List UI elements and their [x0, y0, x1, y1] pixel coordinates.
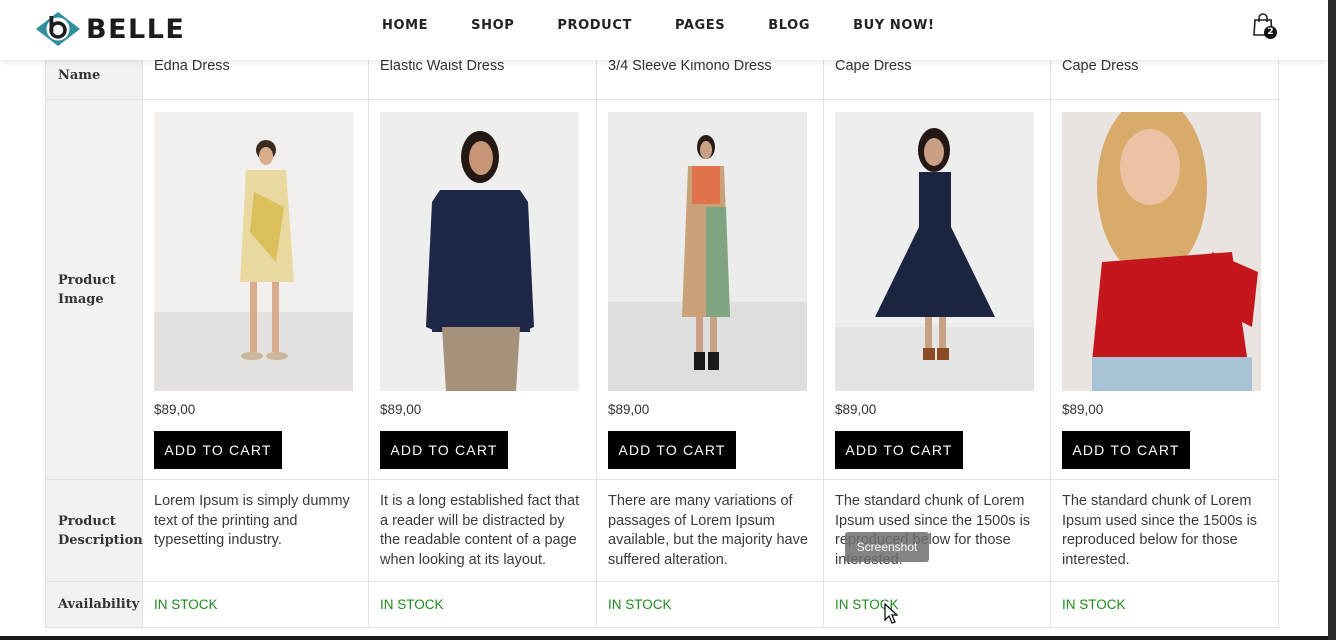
logo[interactable]: BELLE: [34, 10, 185, 48]
site-header: BELLE HOME SHOP PRODUCT PAGES BLOG BUY N…: [0, 0, 1328, 60]
product-cell: $89,00 ADD TO CART: [1050, 99, 1279, 480]
mouse-cursor-icon: [884, 603, 898, 624]
product-price: $89,00: [608, 402, 650, 417]
add-to-cart-button[interactable]: ADD TO CART: [608, 431, 736, 469]
page-viewport: BELLE HOME SHOP PRODUCT PAGES BLOG BUY N…: [0, 0, 1328, 636]
row-availability: Availability IN STOCK IN STOCK IN STOCK …: [45, 581, 1279, 628]
add-to-cart-button[interactable]: ADD TO CART: [835, 431, 963, 469]
product-price: $89,00: [154, 402, 196, 417]
label-product-description: Product Description: [45, 479, 143, 582]
product-cell: $89,00 ADD TO CART: [823, 99, 1051, 480]
add-to-cart-button[interactable]: ADD TO CART: [1062, 431, 1190, 469]
product-description: The standard chunk of Lorem Ipsum used s…: [1050, 479, 1279, 582]
product-price: $89,00: [1062, 402, 1104, 417]
nav-pages[interactable]: PAGES: [675, 18, 725, 33]
window-edge: [1328, 0, 1336, 640]
availability-status: IN STOCK: [823, 581, 1051, 628]
nav-buy-now[interactable]: BUY NOW!: [853, 18, 934, 33]
belle-logo-icon: [36, 12, 80, 46]
availability-status: IN STOCK: [596, 581, 824, 628]
availability-status: IN STOCK: [1050, 581, 1279, 628]
row-product-image: Product Image $89,00 ADD TO CART $89,00 …: [45, 99, 1279, 480]
compare-table: Product Name Edna Dress Elastic Waist Dr…: [45, 36, 1279, 628]
nav-shop[interactable]: SHOP: [471, 18, 514, 33]
cart-button[interactable]: 2: [1252, 13, 1280, 41]
screenshot-tooltip: Screenshot: [845, 532, 929, 562]
product-description: It is a long established fact that a rea…: [368, 479, 597, 582]
product-price: $89,00: [835, 402, 877, 417]
label-product-image: Product Image: [45, 99, 143, 480]
availability-status: IN STOCK: [368, 581, 597, 628]
availability-status: IN STOCK: [142, 581, 369, 628]
add-to-cart-button[interactable]: ADD TO CART: [380, 431, 508, 469]
product-description: There are many variations of passages of…: [596, 479, 824, 582]
product-photo[interactable]: [1062, 112, 1261, 391]
product-photo[interactable]: [380, 112, 579, 391]
product-price: $89,00: [380, 402, 422, 417]
product-photo[interactable]: [608, 112, 807, 391]
product-cell: $89,00 ADD TO CART: [368, 99, 597, 480]
product-cell: $89,00 ADD TO CART: [142, 99, 369, 480]
main-nav: HOME SHOP PRODUCT PAGES BLOG BUY NOW!: [382, 18, 978, 33]
product-photo[interactable]: [835, 112, 1034, 391]
nav-blog[interactable]: BLOG: [768, 18, 810, 33]
row-product-description: Product Description Lorem Ipsum is simpl…: [45, 479, 1279, 582]
product-description: Lorem Ipsum is simply dummy text of the …: [142, 479, 369, 582]
brand-name: BELLE: [86, 13, 186, 45]
product-cell: $89,00 ADD TO CART: [596, 99, 824, 480]
nav-product[interactable]: PRODUCT: [557, 18, 632, 33]
nav-home[interactable]: HOME: [382, 18, 428, 33]
product-photo[interactable]: [154, 112, 353, 391]
cart-count-badge: 2: [1264, 26, 1277, 39]
label-availability: Availability: [45, 581, 143, 628]
product-description: The standard chunk of Lorem Ipsum used s…: [823, 479, 1051, 582]
add-to-cart-button[interactable]: ADD TO CART: [154, 431, 282, 469]
